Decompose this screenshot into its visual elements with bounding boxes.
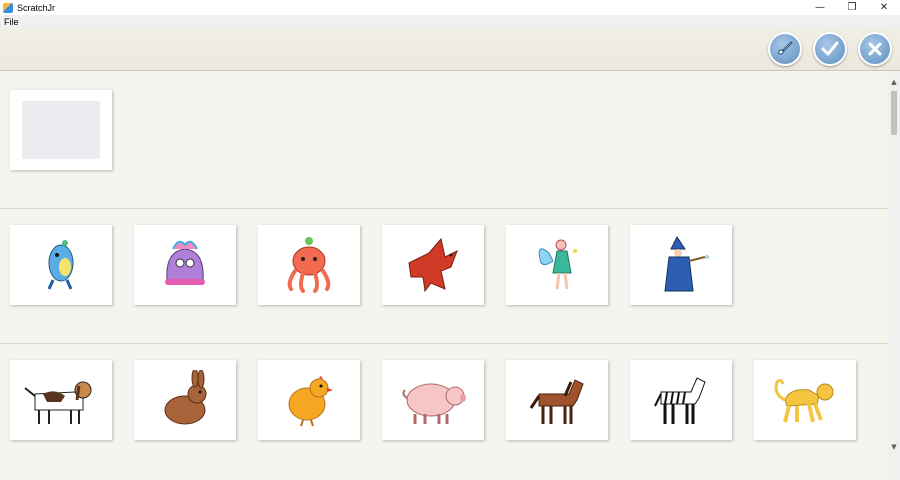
dragon-icon	[408, 237, 458, 293]
scroll-thumb[interactable]	[891, 91, 897, 135]
horse-icon	[529, 379, 584, 424]
sprite-card-pig[interactable]	[382, 360, 484, 440]
scroll-up-arrow-icon[interactable]: ▲	[888, 77, 900, 87]
section-divider	[0, 343, 888, 344]
purple-monster-icon	[165, 240, 205, 285]
window-controls: — ❐ ✕	[804, 0, 900, 15]
wizard-icon	[664, 236, 709, 292]
sprite-library	[0, 71, 888, 480]
sprite-card-horse[interactable]	[506, 360, 608, 440]
sprite-card-dog[interactable]	[10, 360, 112, 440]
confirm-button[interactable]	[813, 32, 847, 66]
checkmark-icon	[821, 41, 839, 56]
sprite-card-wizard[interactable]	[630, 225, 732, 305]
vertical-scrollbar[interactable]: ▲ ▼	[888, 71, 900, 480]
blank-sprite-card[interactable]	[10, 90, 112, 170]
window-title: ScratchJr	[17, 2, 56, 13]
sprite-card-octopus[interactable]	[258, 225, 360, 305]
dog-icon	[24, 381, 92, 424]
minimize-button[interactable]: —	[804, 0, 836, 15]
close-icon	[868, 42, 882, 56]
rabbit-icon	[164, 370, 207, 425]
octopus-icon	[287, 237, 331, 293]
sprite-card-blue-creature[interactable]	[10, 225, 112, 305]
monkey-icon	[774, 378, 834, 423]
blank-sprite-thumbnail	[22, 101, 100, 159]
sprite-card-fairy[interactable]	[506, 225, 608, 305]
blue-creature-icon	[47, 240, 74, 290]
title-bar: ScratchJr — ❐ ✕	[0, 0, 900, 15]
sprite-card-purple-monster[interactable]	[134, 225, 236, 305]
close-window-button[interactable]: ✕	[868, 0, 900, 15]
cancel-button[interactable]	[858, 32, 892, 66]
restore-button[interactable]: ❐	[836, 0, 868, 15]
app-icon	[3, 2, 13, 13]
sprite-card-monkey[interactable]	[754, 360, 856, 440]
paint-editor-button[interactable]	[768, 32, 802, 66]
sprite-card-rabbit[interactable]	[134, 360, 236, 440]
scroll-down-arrow-icon[interactable]: ▼	[888, 442, 900, 452]
library-toolbar	[0, 28, 900, 71]
section-divider	[0, 208, 888, 209]
chick-icon	[288, 376, 333, 427]
menu-bar: File	[0, 15, 900, 28]
sprite-card-chick[interactable]	[258, 360, 360, 440]
zebra-icon	[654, 377, 706, 424]
menu-file[interactable]: File	[4, 17, 19, 27]
fairy-icon	[538, 239, 577, 290]
pig-icon	[402, 383, 466, 424]
sprite-card-dragon[interactable]	[382, 225, 484, 305]
paintbrush-icon	[778, 41, 793, 55]
sprite-card-zebra[interactable]	[630, 360, 732, 440]
